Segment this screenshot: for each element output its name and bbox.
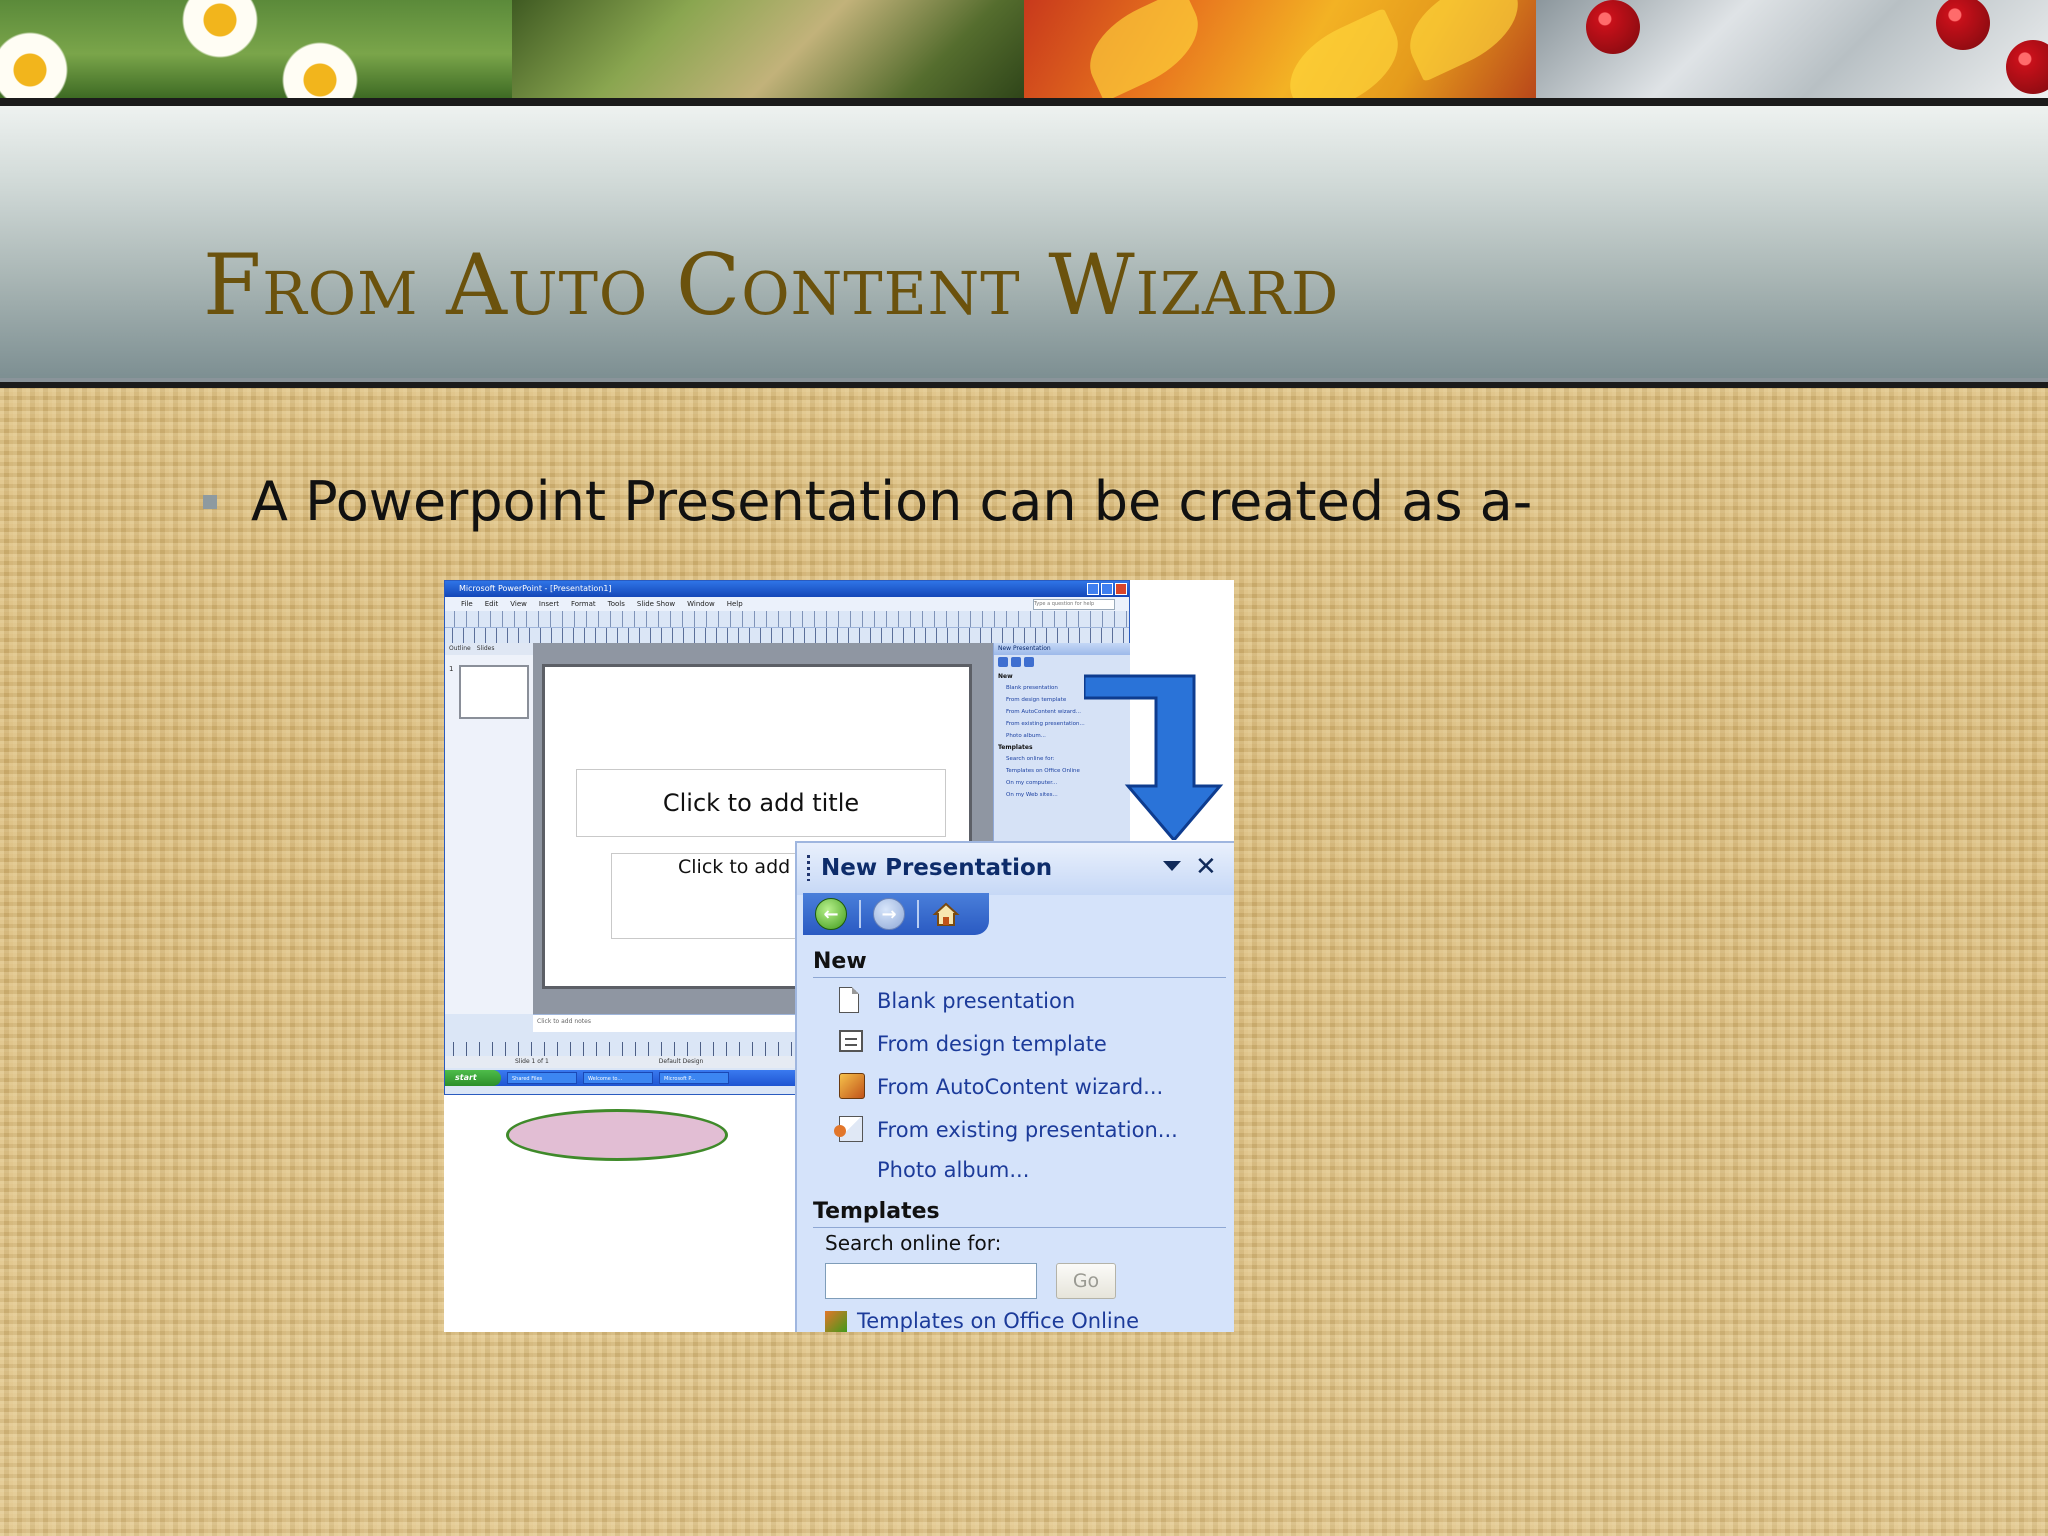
blank-doc-icon — [839, 987, 859, 1013]
design-template-label: From design template — [877, 1032, 1107, 1056]
thumbnail-tabs: Outline Slides — [445, 643, 533, 655]
task-pane-nav: ← → — [803, 893, 989, 935]
menu-insert[interactable]: Insert — [539, 597, 559, 611]
menu-format[interactable]: Format — [571, 597, 596, 611]
menu-bar: File Edit View Insert Format Tools Slide… — [445, 597, 1129, 611]
title-placeholder[interactable]: Click to add title — [576, 769, 946, 837]
standard-toolbar[interactable] — [445, 611, 1129, 628]
winter-berries-photo — [1536, 0, 2048, 98]
close-icon[interactable]: ✕ — [1195, 853, 1217, 881]
daisies-photo — [0, 0, 512, 98]
templates-office-online-label: Templates on Office Online — [857, 1309, 1139, 1332]
close-window-button[interactable] — [1115, 583, 1127, 595]
small-task-pane-nav — [994, 655, 1130, 671]
down-arrow-icon — [1084, 674, 1224, 840]
back-icon[interactable]: ← — [815, 898, 847, 930]
photo-album-link[interactable]: Photo album... — [839, 1156, 1029, 1184]
nav-separator — [917, 900, 919, 928]
search-online-label: Search online for: — [825, 1231, 1002, 1255]
bullet-item: A Powerpoint Presentation can be created… — [203, 470, 1532, 533]
photo-album-label: Photo album... — [877, 1158, 1030, 1182]
status-slide-count: Slide 1 of 1 — [515, 1058, 549, 1065]
taskbar-item[interactable]: Shared Files — [507, 1072, 577, 1084]
taskbar-item[interactable]: Welcome to... — [583, 1072, 653, 1084]
design-template-icon — [839, 1030, 863, 1052]
back-icon[interactable] — [998, 657, 1008, 667]
window-title: Microsoft PowerPoint - [Presentation1] — [459, 584, 612, 593]
bullet-text: A Powerpoint Presentation can be created… — [251, 470, 1533, 533]
header-photo-strip — [0, 0, 2048, 98]
start-button[interactable]: start — [445, 1070, 501, 1086]
existing-presentation-label: From existing presentation... — [877, 1118, 1178, 1142]
tab-outline[interactable]: Outline — [449, 643, 471, 655]
new-presentation-task-pane: New Presentation ✕ ← → New Blank present… — [795, 841, 1234, 1332]
slide-title: From Auto Content Wizard — [203, 236, 1340, 334]
maximize-button[interactable] — [1101, 583, 1113, 595]
menu-tools[interactable]: Tools — [608, 597, 625, 611]
highlight-oval — [506, 1109, 728, 1161]
slide: From Auto Content Wizard A Powerpoint Pr… — [0, 0, 2048, 1536]
forward-icon[interactable]: → — [873, 898, 905, 930]
blank-presentation-label: Blank presentation — [877, 989, 1076, 1013]
slides-thumbnail-pane: Outline Slides 1 — [445, 643, 534, 1014]
autumn-leaves-photo — [1024, 0, 1536, 98]
autocontent-wizard-icon — [839, 1073, 865, 1099]
design-template-link[interactable]: From design template — [839, 1030, 1107, 1058]
small-task-pane-title: New Presentation — [994, 643, 1130, 655]
menu-help[interactable]: Help — [727, 597, 743, 611]
menu-slide-show[interactable]: Slide Show — [637, 597, 675, 611]
nav-separator — [859, 900, 861, 928]
slide-number: 1 — [449, 665, 454, 673]
section-divider — [813, 1227, 1226, 1228]
slide-thumbnail[interactable] — [459, 665, 529, 719]
grip-handle-icon[interactable] — [807, 855, 810, 881]
bullet-square-icon — [203, 494, 217, 509]
autocontent-wizard-label: From AutoContent wizard... — [877, 1075, 1164, 1099]
go-button[interactable]: Go — [1056, 1263, 1116, 1299]
autocontent-wizard-link[interactable]: From AutoContent wizard... — [839, 1073, 1163, 1101]
section-new-heading: New — [813, 949, 867, 974]
menu-window[interactable]: Window — [687, 597, 715, 611]
powerpoint-screenshot: Microsoft PowerPoint - [Presentation1] F… — [444, 580, 1234, 1332]
task-pane-title: New Presentation — [821, 855, 1053, 881]
ask-question-input[interactable]: Type a question for help — [1033, 599, 1115, 610]
forward-icon[interactable] — [1011, 657, 1021, 667]
blank-presentation-link[interactable]: Blank presentation — [839, 987, 1075, 1015]
home-icon[interactable] — [1024, 657, 1034, 667]
palm-leaves-photo — [512, 0, 1024, 98]
minimize-button[interactable] — [1087, 583, 1099, 595]
status-design: Default Design — [658, 1058, 704, 1065]
home-icon[interactable] — [931, 899, 961, 929]
office-online-icon — [825, 1311, 847, 1332]
taskbar-item[interactable]: Microsoft P... — [659, 1072, 729, 1084]
section-templates-heading: Templates — [813, 1199, 940, 1224]
tab-slides[interactable]: Slides — [477, 643, 495, 655]
menu-edit[interactable]: Edit — [485, 597, 499, 611]
chevron-down-icon[interactable] — [1163, 861, 1181, 871]
templates-office-online-link[interactable]: Templates on Office Online — [825, 1309, 1139, 1332]
existing-presentation-icon — [834, 1116, 863, 1142]
section-divider — [813, 977, 1226, 978]
menu-file[interactable]: File — [461, 597, 473, 611]
search-online-input[interactable] — [825, 1263, 1037, 1299]
window-titlebar: Microsoft PowerPoint - [Presentation1] — [445, 581, 1129, 597]
existing-presentation-link[interactable]: From existing presentation... — [834, 1116, 1178, 1144]
menu-view[interactable]: View — [510, 597, 527, 611]
task-pane-header: New Presentation ✕ — [797, 843, 1234, 895]
window-controls — [1087, 583, 1127, 595]
